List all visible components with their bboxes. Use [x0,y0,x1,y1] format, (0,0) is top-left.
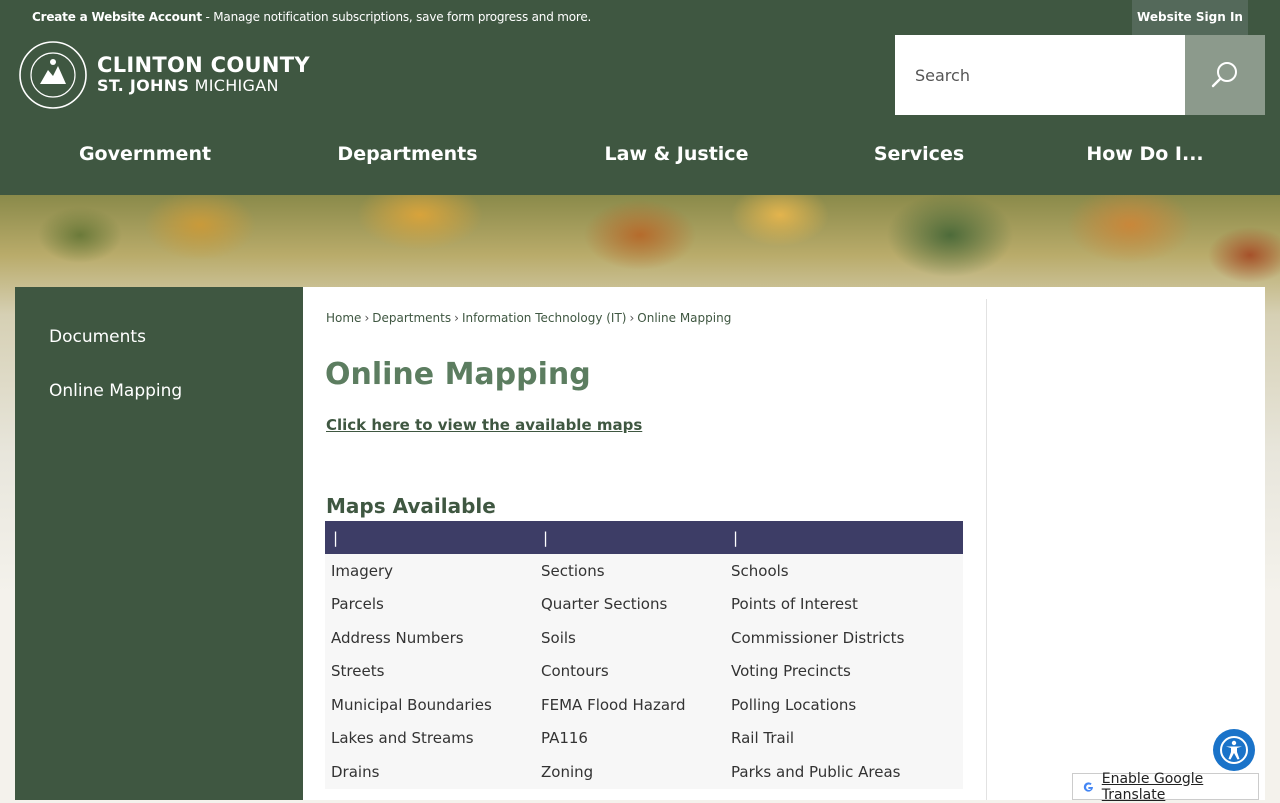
nav-government[interactable]: Government [70,115,220,195]
table-cell: Quarter Sections [535,587,725,621]
breadcrumb-separator: › [454,311,459,325]
account-message: Create a Website Account - Manage notifi… [32,10,591,24]
table-row: Municipal Boundaries FEMA Flood Hazard Pol… [325,688,963,722]
table-cell: Parcels [325,587,535,621]
translate-label: Enable Google Translate [1101,770,1204,803]
view-maps-link[interactable]: Click here to view the available maps [326,416,642,434]
logo-state: MICHIGAN [189,76,279,95]
table-cell: Zoning [535,755,725,789]
table-cell: Voting Precincts [725,654,963,688]
search-button[interactable] [1185,35,1265,115]
content-divider [986,299,987,800]
google-icon [1081,779,1096,794]
search-input[interactable] [895,35,1185,115]
sidebar: Documents Online Mapping [15,287,303,800]
logo-subtitle: ST. JOHNS MICHIGAN [97,77,279,95]
table-cell: Address Numbers [325,621,535,655]
logo-title[interactable]: CLINTON COUNTY [97,54,310,76]
site-header: CLINTON COUNTY ST. JOHNS MICHIGAN Govern… [0,35,1280,195]
account-message-text: - Manage notification subscriptions, sav… [201,10,592,24]
table-cell: Commissioner Districts [725,621,963,655]
breadcrumb: Home › Departments › Information Technology … [326,311,731,325]
table-row: Address Numbers Soils Commissioner Distric… [325,621,963,655]
logo-city: ST. JOHNS [97,76,190,95]
table-row: Drains Zoning Parks and Public Areas [325,755,963,789]
table-cell: Schools [725,554,963,588]
table-cell: Streets [325,654,535,688]
top-bar: Create a Website Account - Manage notifi… [0,0,1280,35]
table-cell: Imagery [325,554,535,588]
table-cell: Sections [535,554,725,588]
breadcrumb-it[interactable]: Information Technology (IT) [462,311,627,325]
table-header: | [325,521,535,554]
page-title: Online Mapping [325,357,591,392]
table-row: Lakes and Streams PA116 Rail Trail [325,721,963,755]
table-cell: Contours [535,654,725,688]
table-cell: Municipal Boundaries [325,688,535,722]
table-header-row: | | | [325,521,963,554]
google-translate-button[interactable]: Enable Google Translate [1072,770,1259,803]
table-cell: PA116 [535,721,725,755]
main-nav: Government Departments Law & Justice Ser… [0,115,1280,195]
table-row: Imagery Sections Schools [325,554,963,588]
create-account-link[interactable]: Create a Website Account [32,10,202,24]
county-seal-icon[interactable] [18,40,88,110]
breadcrumb-separator: › [364,311,370,325]
sidebar-item-documents[interactable]: Documents [49,327,146,347]
breadcrumb-separator: › [629,311,635,325]
breadcrumb-home[interactable]: Home [326,311,361,325]
table-cell: Lakes and Streams [325,721,535,755]
sidebar-item-online-mapping[interactable]: Online Mapping [49,381,182,401]
table-cell: FEMA Flood Hazard [535,688,725,722]
sign-in-button[interactable]: Website Sign In [1132,0,1248,35]
table-header: | [725,521,963,554]
search-icon [1211,62,1237,88]
nav-services[interactable]: Services [865,115,973,195]
table-cell: Parks and Public Areas [725,755,963,789]
maps-heading: Maps Available [326,494,496,518]
table-row: Parcels Quarter Sections Points of Interes… [325,587,963,621]
accessibility-button[interactable] [1213,729,1255,771]
table-cell: Points of Interest [725,587,963,621]
maps-table: | | | Imagery Sections Schools Parcels Quar… [325,521,963,789]
main-content: Home › Departments › Information Technology … [303,287,1265,800]
nav-how-do-i[interactable]: How Do I... [1080,115,1210,195]
table-row: Streets Contours Voting Precincts [325,654,963,688]
table-cell: Soils [535,621,725,655]
nav-law-justice[interactable]: Law & Justice [595,115,758,195]
table-cell: Rail Trail [725,721,963,755]
accessibility-icon [1220,736,1248,764]
table-cell: Drains [325,755,535,789]
breadcrumb-online-mapping[interactable]: Online Mapping [637,311,731,325]
table-cell: Polling Locations [725,688,963,722]
table-header: | [535,521,725,554]
nav-departments[interactable]: Departments [330,115,485,195]
breadcrumb-departments[interactable]: Departments [372,311,451,325]
